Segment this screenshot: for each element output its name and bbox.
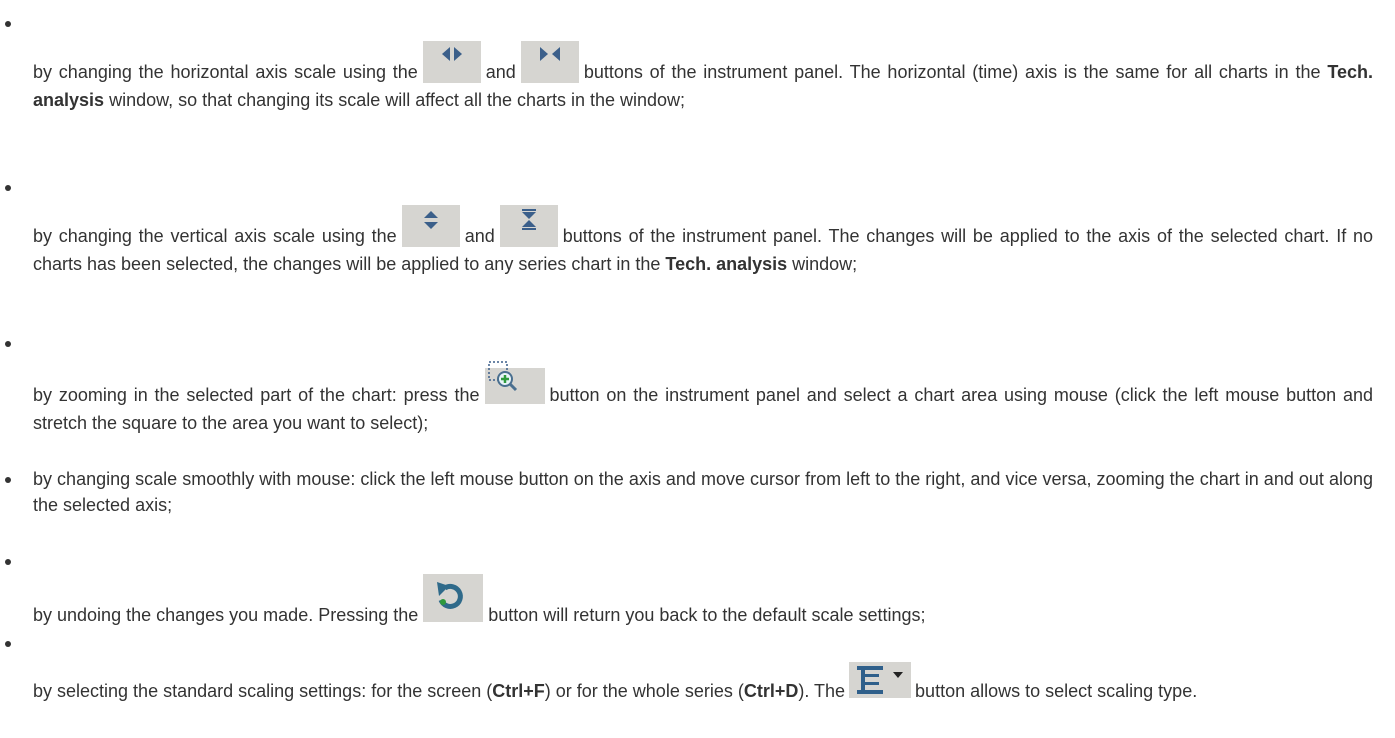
undo-icon[interactable]	[423, 574, 484, 622]
item-text: by changing scale smoothly with mouse: c…	[33, 469, 1373, 515]
list-item: by selecting the standard scaling settin…	[33, 662, 1373, 706]
item-text: window, so that changing its scale will …	[109, 90, 686, 110]
bold-text: Tech. analysis	[665, 254, 788, 274]
vertical-shrink-icon[interactable]	[499, 205, 558, 247]
and-text: and	[485, 62, 516, 82]
item-text: by changing the vertical axis scale usin…	[33, 226, 397, 246]
bullet	[5, 185, 11, 191]
item-text: buttons of the instrument panel. The hor…	[583, 62, 1321, 82]
list-item: by changing scale smoothly with mouse: c…	[33, 466, 1373, 518]
list-item: by changing the vertical axis scale usin…	[33, 205, 1373, 277]
list-item: by undoing the changes you made. Pressin…	[33, 574, 1373, 630]
zoom-area-icon[interactable]	[484, 360, 545, 404]
item-text: window;	[792, 254, 858, 274]
item-text: button will return you back to the defau…	[488, 605, 926, 625]
list-item: by zooming in the selected part of the c…	[33, 361, 1373, 436]
item-text: button allows to select scaling type.	[915, 681, 1198, 701]
bullet	[5, 21, 11, 27]
vertical-expand-icon[interactable]	[401, 205, 460, 247]
bullet	[5, 641, 11, 647]
item-text: by changing the horizontal axis scale us…	[33, 62, 418, 82]
bold-text: Ctrl+D	[743, 681, 799, 701]
bullet	[5, 341, 11, 347]
horizontal-expand-icon[interactable]	[422, 41, 481, 83]
bullet	[5, 559, 11, 565]
bullet	[5, 477, 11, 483]
bold-text: Ctrl+F	[492, 681, 545, 701]
item-text: by undoing the changes you made. Pressin…	[33, 605, 419, 625]
item-text: by zooming in the selected part of the c…	[33, 385, 480, 405]
item-text: ). The	[798, 681, 846, 701]
and-text: and	[464, 226, 495, 246]
item-text: by selecting the standard scaling settin…	[33, 681, 493, 701]
scaling-type-dropdown-icon[interactable]	[849, 658, 912, 700]
item-text: ) or for the whole series (	[544, 681, 744, 701]
horizontal-shrink-icon[interactable]	[520, 41, 579, 83]
list-item: by changing the horizontal axis scale us…	[33, 41, 1373, 113]
